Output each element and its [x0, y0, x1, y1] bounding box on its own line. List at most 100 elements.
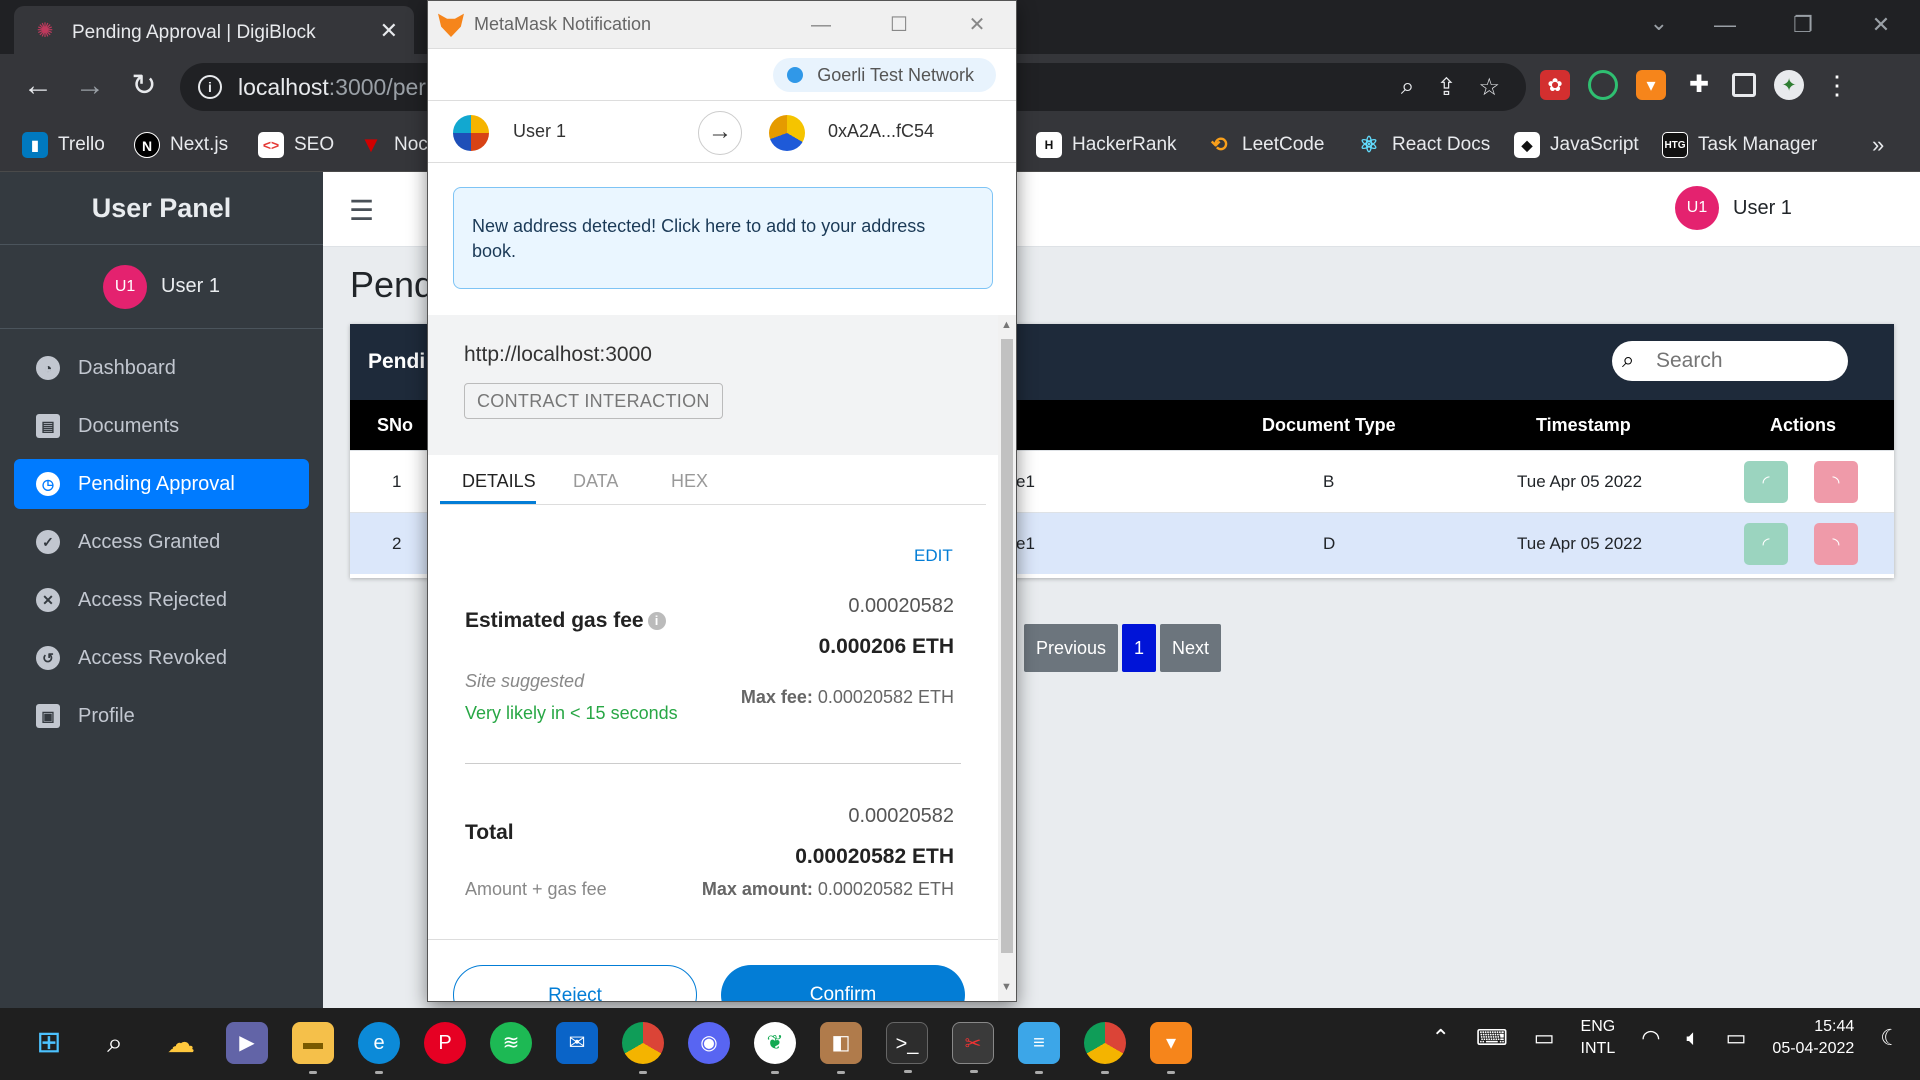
bookmark-seo[interactable]: <> SEO: [258, 132, 334, 158]
maximize-icon[interactable]: ☐: [860, 1, 938, 49]
network-selector[interactable]: Goerli Test Network: [773, 58, 996, 92]
notepad-icon[interactable]: ≡: [1018, 1022, 1060, 1074]
sidebar-item-access-revoked[interactable]: ↺ Access Revoked: [14, 633, 309, 683]
approve-button[interactable]: ◜: [1744, 523, 1788, 565]
tab-hex[interactable]: HEX: [671, 471, 708, 492]
confirm-transaction-button[interactable]: Confirm: [721, 965, 965, 1001]
bookmark-leetcode[interactable]: ⟲ LeetCode: [1206, 132, 1325, 158]
chevron-up-icon[interactable]: ⌃: [1432, 1025, 1450, 1051]
scroll-up-icon[interactable]: ▲: [1001, 319, 1012, 331]
page-1-button[interactable]: 1: [1122, 624, 1157, 672]
profile-avatar-icon[interactable]: ✦: [1774, 70, 1804, 100]
sidebar-item-access-rejected[interactable]: ✕ Access Rejected: [14, 575, 309, 625]
from-account-name[interactable]: User 1: [513, 121, 566, 142]
sidebar-item-documents[interactable]: ▤ Documents: [14, 401, 309, 451]
metamask-taskbar-icon[interactable]: ▾: [1150, 1022, 1192, 1074]
tablet-mode-icon[interactable]: ▭: [1534, 1025, 1555, 1051]
mail-icon[interactable]: ✉: [556, 1022, 598, 1064]
hamburger-menu-icon[interactable]: ☰: [349, 194, 374, 227]
sidebar: User Panel U1 User 1 ◔ Dashboard ▤ Documen…: [0, 172, 323, 1008]
zoom-icon[interactable]: ⌕: [1401, 73, 1414, 102]
night-mode-icon[interactable]: ☾: [1880, 1025, 1900, 1051]
sidebar-item-profile[interactable]: ▣ Profile: [14, 691, 309, 741]
reject-transaction-button[interactable]: Reject: [453, 965, 697, 1001]
extensions-puzzle-icon[interactable]: ✚: [1684, 70, 1714, 100]
next-page-button[interactable]: Next: [1160, 624, 1222, 672]
bookmark-javascript[interactable]: ◆ JavaScript: [1514, 132, 1639, 158]
restore-icon[interactable]: ❐: [1764, 0, 1842, 50]
close-window-icon[interactable]: ✕: [1842, 0, 1920, 50]
tab-search-chevron-icon[interactable]: ⌄: [1650, 10, 1668, 36]
discord-icon[interactable]: ◉: [688, 1022, 730, 1064]
previous-page-button[interactable]: Previous: [1024, 624, 1119, 672]
minimize-icon[interactable]: —: [1686, 0, 1764, 50]
sidebar-item-access-granted[interactable]: ✓ Access Granted: [14, 517, 309, 567]
metamask-extension-icon[interactable]: ▾: [1636, 70, 1666, 100]
teams-chat-icon[interactable]: ▶: [226, 1022, 268, 1064]
scrollbar[interactable]: ▲ ▼: [998, 315, 1016, 1001]
edit-gas-button[interactable]: EDIT: [914, 546, 953, 566]
chrome-profile-icon[interactable]: [1084, 1022, 1126, 1074]
spinner-icon: ◝: [1832, 534, 1840, 554]
pinterest-icon[interactable]: P: [424, 1022, 466, 1064]
battery-icon[interactable]: ▭: [1726, 1025, 1747, 1051]
start-windows-icon[interactable]: ⊞: [28, 1022, 70, 1064]
bookmark-react-docs[interactable]: ⚛ React Docs: [1356, 132, 1490, 158]
to-account-address[interactable]: 0xA2A...fC54: [828, 121, 934, 142]
metamask-window-title: MetaMask Notification: [474, 14, 652, 34]
clock-icon: ◷: [36, 472, 60, 496]
browser-tab-active[interactable]: ✺ Pending Approval | DigiBlock ✕: [14, 6, 414, 54]
mongodb-compass-icon[interactable]: ❦: [754, 1022, 796, 1074]
browser-menu-icon[interactable]: ⋮: [1822, 70, 1852, 100]
bookmark-task-manager[interactable]: HTG Task Manager: [1662, 132, 1817, 158]
extension-red-icon[interactable]: ✿: [1540, 70, 1570, 100]
account-transfer-bar: User 1 → 0xA2A...fC54: [428, 101, 1016, 163]
side-panel-icon[interactable]: [1732, 73, 1756, 97]
trello-icon: ▮: [22, 132, 48, 158]
close-tab-icon[interactable]: ✕: [380, 18, 398, 44]
sidebar-item-pending-approval[interactable]: ◷ Pending Approval: [14, 459, 309, 509]
reload-icon[interactable]: ↻: [126, 68, 162, 104]
scrollbar-thumb[interactable]: [1001, 339, 1013, 953]
bookmarks-overflow-icon[interactable]: »: [1872, 132, 1884, 158]
bookmark-trello[interactable]: ▮ Trello: [22, 132, 105, 158]
input-language[interactable]: ENG INTL: [1581, 1016, 1616, 1060]
bookmark-nextjs[interactable]: N Next.js: [134, 132, 228, 158]
file-explorer-icon[interactable]: ▬: [292, 1022, 334, 1074]
navbar-user[interactable]: U1 User 1: [1675, 186, 1792, 230]
close-window-icon[interactable]: ✕: [938, 1, 1016, 49]
extension-green-ring-icon[interactable]: [1588, 70, 1618, 100]
search-input[interactable]: [1656, 347, 1836, 375]
bookmark-hackerrank[interactable]: H HackerRank: [1036, 132, 1177, 158]
clock[interactable]: 15:44 05-04-2022: [1772, 1016, 1854, 1060]
snipping-tool-icon[interactable]: ✂: [952, 1022, 994, 1073]
minimize-icon[interactable]: —: [782, 1, 860, 49]
spotify-icon[interactable]: ≋: [490, 1022, 532, 1064]
new-address-notice[interactable]: New address detected! Click here to add …: [453, 187, 993, 289]
wifi-icon[interactable]: ◠: [1641, 1025, 1660, 1051]
tab-data[interactable]: DATA: [573, 471, 618, 492]
reject-button[interactable]: ◝: [1814, 461, 1858, 503]
terminal-icon[interactable]: >_: [886, 1022, 928, 1073]
search-icon[interactable]: ⌕: [94, 1022, 136, 1064]
info-icon[interactable]: i: [647, 612, 666, 630]
package-box-icon[interactable]: ◧: [820, 1022, 862, 1074]
sidebar-item-dashboard[interactable]: ◔ Dashboard: [14, 343, 309, 393]
edge-icon[interactable]: e: [358, 1022, 400, 1074]
share-icon[interactable]: ⇪: [1436, 73, 1456, 102]
volume-icon[interactable]: 🔈︎: [1686, 1025, 1699, 1051]
approve-button[interactable]: ◜: [1744, 461, 1788, 503]
sidebar-user[interactable]: U1 User 1: [0, 245, 323, 329]
weather-icon[interactable]: ☁: [160, 1022, 202, 1064]
back-icon[interactable]: ←: [20, 68, 56, 104]
chrome-icon[interactable]: [622, 1022, 664, 1074]
site-info-icon[interactable]: i: [198, 75, 222, 99]
brand-title[interactable]: User Panel: [0, 172, 323, 245]
scroll-down-icon[interactable]: ▼: [1001, 981, 1012, 993]
tab-details[interactable]: DETAILS: [462, 471, 536, 492]
keyboard-icon[interactable]: ⌨: [1476, 1025, 1508, 1051]
reject-button[interactable]: ◝: [1814, 523, 1858, 565]
bookmark-notion[interactable]: ▼ Noc: [358, 132, 428, 158]
bookmark-star-icon[interactable]: ☆: [1478, 73, 1500, 102]
forward-icon[interactable]: →: [72, 68, 108, 104]
